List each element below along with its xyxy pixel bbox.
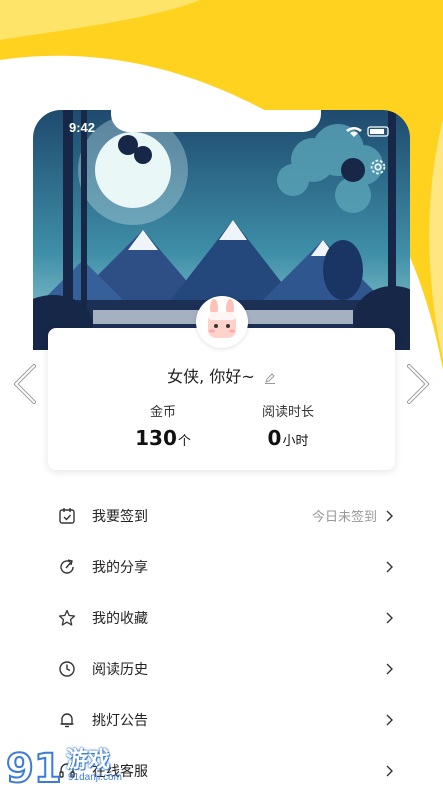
status-time: 9:42 [69, 120, 96, 135]
menu-item-share[interactable]: 我的分享 [0, 541, 443, 592]
greeting-row[interactable]: 女侠, 你好~ [48, 363, 395, 387]
reading-time-value: 0小时 [228, 426, 348, 450]
svg-text:91: 91 [6, 746, 62, 792]
menu-item-favorites[interactable]: 我的收藏 [0, 592, 443, 643]
status-bar: 9:42 [33, 110, 410, 150]
greeting-text: 女侠, 你好~ [167, 367, 255, 386]
reading-time-number: 0 [267, 426, 282, 450]
menu-item-history[interactable]: 阅读历史 [0, 643, 443, 694]
star-icon [58, 609, 76, 626]
menu-label-favorites: 我的收藏 [92, 610, 148, 627]
coins-stat[interactable]: 金币 130个 [103, 401, 223, 450]
chevron-right-icon [386, 510, 393, 521]
coins-value: 130个 [103, 426, 223, 450]
coins-unit: 个 [177, 434, 191, 449]
watermark-site: 91danji.com [68, 772, 122, 783]
reading-time-label: 阅读时长 [261, 405, 314, 420]
menu-item-announcements[interactable]: 挑灯公告 [0, 694, 443, 745]
chevron-right-icon [386, 612, 393, 623]
bell-icon [60, 712, 74, 727]
profile-card: 女侠, 你好~ 金币 130个 阅读时长 0小时 [48, 328, 395, 470]
menu-label-history: 阅读历史 [92, 661, 148, 678]
reading-time-stat[interactable]: 阅读时长 0小时 [228, 401, 348, 450]
watermark-brand: 游戏 [66, 748, 111, 773]
notch [111, 110, 321, 132]
chevron-right-icon [386, 714, 393, 725]
edit-pencil-icon[interactable] [264, 372, 276, 384]
avatar[interactable] [196, 296, 248, 348]
coins-label: 金币 [149, 405, 176, 420]
watermark-logo: 91 [5, 745, 63, 793]
calendar-check-icon [59, 507, 75, 524]
chevron-right-icon [386, 561, 393, 572]
chevron-right-icon [386, 663, 393, 674]
menu-label-share: 我的分享 [92, 559, 148, 576]
share-icon [60, 558, 74, 574]
checkin-status: 今日未签到 [311, 510, 377, 525]
chevron-right-icon [386, 765, 393, 776]
clock-icon [59, 660, 75, 677]
reading-time-unit: 小时 [282, 434, 309, 449]
coins-number: 130 [135, 426, 177, 450]
wifi-icon [346, 127, 362, 137]
menu-label-announcements: 挑灯公告 [92, 712, 148, 729]
menu-label-checkin: 我要签到 [92, 508, 148, 525]
previous-arrow-icon[interactable] [8, 362, 44, 406]
status-icons [344, 122, 392, 141]
menu-item-checkin[interactable]: 我要签到 今日未签到 [0, 490, 443, 541]
settings-gear-icon[interactable] [367, 156, 389, 178]
watermark: 91 游戏 91danji.com [4, 740, 144, 794]
next-arrow-icon[interactable] [399, 362, 435, 406]
